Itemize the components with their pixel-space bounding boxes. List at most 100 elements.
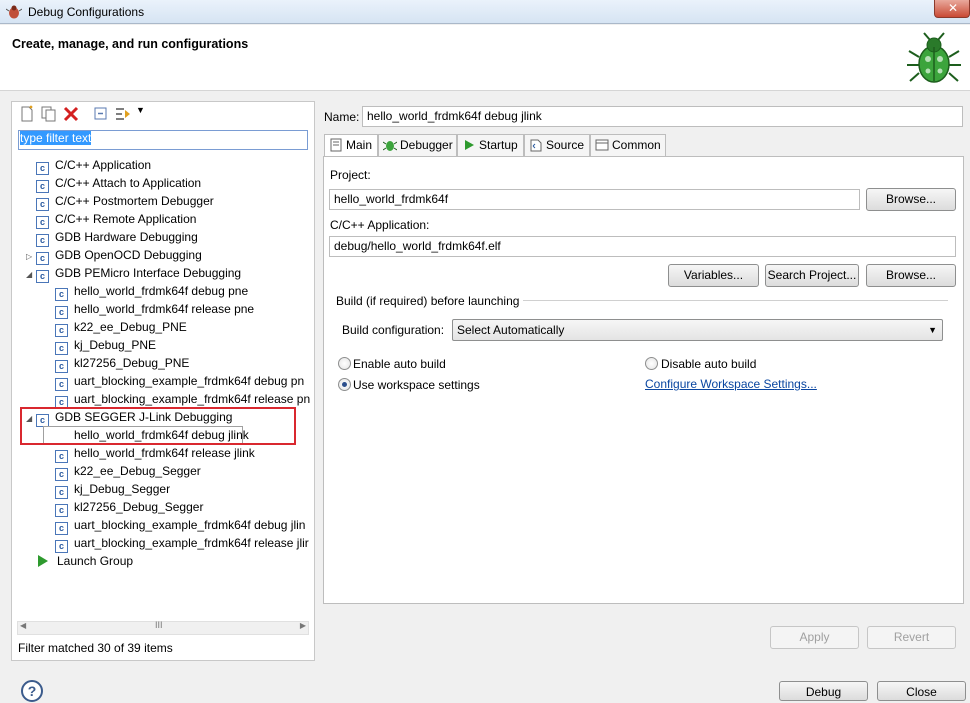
tab-source-label: Source (546, 138, 585, 152)
tree-item-label: hello_world_frdmk64f release pne (74, 302, 255, 316)
name-label: Name: (324, 110, 360, 124)
scroll-thumb-grip[interactable]: III (155, 620, 163, 630)
enable-auto-build-radio[interactable] (338, 357, 351, 370)
launch-group-icon (38, 555, 48, 567)
tab-source[interactable]: Source (524, 134, 590, 156)
use-workspace-settings-radio[interactable] (338, 378, 351, 391)
horizontal-scrollbar[interactable]: ◀ III ▶ (17, 620, 309, 635)
close-button[interactable]: Close (877, 681, 966, 701)
disable-auto-build-radio[interactable] (645, 357, 658, 370)
tree-item-label: GDB Hardware Debugging (55, 230, 198, 244)
tree-category[interactable]: c C/C++ Application (26, 156, 152, 175)
apply-button[interactable]: Apply (770, 626, 859, 649)
tree-item-label: GDB OpenOCD Debugging (55, 248, 202, 262)
tree-configuration[interactable]: c uart_blocking_example_frdmk64f debug pn (45, 372, 305, 391)
title-bar: Debug Configurations ✕ (0, 0, 970, 24)
tree-configuration[interactable]: c uart_blocking_example_frdmk64f release … (45, 534, 309, 553)
tree-item-label: kj_Debug_Segger (74, 482, 171, 496)
filter-input[interactable]: type filter text (18, 130, 308, 150)
tree-item-label: C/C++ Remote Application (55, 212, 197, 226)
tree-item-label: Launch Group (57, 554, 134, 568)
debugger-tab-icon (383, 141, 397, 151)
project-label: Project: (330, 168, 371, 182)
build-config-label: Build configuration: (342, 323, 445, 337)
build-config-select[interactable]: Select Automatically ▼ (452, 319, 943, 341)
tree-configuration[interactable]: c hello_world_frdmk64f debug pne (45, 282, 249, 301)
use-workspace-settings-label: Use workspace settings (353, 378, 480, 392)
close-icon: ✕ (948, 1, 959, 15)
tab-debugger[interactable]: Debugger (378, 134, 457, 156)
tab-debugger-label: Debugger (400, 138, 453, 152)
tree-configuration[interactable]: c uart_blocking_example_frdmk64f debug jl… (45, 516, 306, 535)
tree-category[interactable]: c C/C++ Remote Application (26, 210, 197, 229)
main-tab-icon (330, 138, 342, 152)
duplicate-icon[interactable] (40, 105, 58, 123)
config-tabs: Main Debugger Startup Source Common (324, 134, 964, 157)
bug-app-icon (6, 5, 22, 19)
browse-project-button[interactable]: Browse... (866, 188, 956, 211)
build-group-label: Build (if required) before launching (336, 294, 524, 308)
tree-category[interactable]: c C/C++ Postmortem Debugger (26, 192, 214, 211)
highlight-annotation (20, 407, 296, 445)
revert-button[interactable]: Revert (867, 626, 956, 649)
new-configuration-icon[interactable] (18, 105, 36, 123)
tree-configuration[interactable]: c kl27256_Debug_PNE (45, 354, 189, 373)
tree-item-label: hello_world_frdmk64f debug pne (74, 284, 249, 298)
scroll-right-icon[interactable]: ▶ (300, 621, 306, 630)
filter-icon[interactable] (114, 105, 132, 123)
tree-configuration[interactable]: c kj_Debug_Segger (45, 480, 171, 499)
tree-item-label: uart_blocking_example_frdmk64f release p… (74, 392, 310, 406)
chevron-down-icon: ▼ (928, 325, 937, 335)
scroll-left-icon[interactable]: ◀ (20, 621, 26, 630)
tree-category[interactable]: ◢ c GDB PEMicro Interface Debugging (26, 264, 242, 284)
tree-category[interactable]: c C/C++ Attach to Application (26, 174, 202, 193)
tree-category[interactable]: c GDB Hardware Debugging (26, 228, 198, 247)
tab-main-label: Main (346, 138, 373, 152)
tab-common[interactable]: Common (590, 134, 666, 156)
tree-item-label: kj_Debug_PNE (74, 338, 157, 352)
tab-main[interactable]: Main (324, 134, 378, 157)
chevron-down-icon[interactable]: ▼ (136, 105, 154, 123)
tab-startup-label: Startup (479, 138, 518, 152)
tab-common-label: Common (612, 138, 661, 152)
tree-configuration[interactable]: c k22_ee_Debug_Segger (45, 462, 201, 481)
close-window-button[interactable]: ✕ (934, 0, 970, 18)
tree-item-label: uart_blocking_example_frdmk64f debug pn (74, 374, 305, 388)
tree-category[interactable]: Launch Group (26, 552, 133, 570)
tree-configuration[interactable]: c hello_world_frdmk64f release pne (45, 300, 255, 319)
bug-icon (907, 32, 961, 83)
tab-startup[interactable]: Startup (457, 134, 524, 156)
name-input[interactable]: hello_world_frdmk64f debug jlink (362, 106, 963, 127)
help-icon[interactable]: ? (21, 680, 43, 702)
tree-configuration[interactable]: c kl27256_Debug_Segger (45, 498, 204, 517)
enable-auto-build-label: Enable auto build (353, 357, 446, 371)
tree-item-label: uart_blocking_example_frdmk64f release j… (74, 536, 309, 550)
tree-item-label: C/C++ Application (55, 158, 152, 172)
tree-item-label: GDB PEMicro Interface Debugging (55, 266, 242, 280)
tree-configuration[interactable]: c kj_Debug_PNE (45, 336, 157, 355)
variables-button[interactable]: Variables... (668, 264, 759, 287)
debug-button[interactable]: Debug (779, 681, 868, 701)
expander-icon[interactable]: ◢ (26, 266, 36, 284)
configure-workspace-settings-link[interactable]: Configure Workspace Settings... (645, 377, 817, 391)
search-project-button[interactable]: Search Project... (765, 264, 859, 287)
app-field[interactable]: debug/hello_world_frdmk64f.elf (329, 236, 956, 257)
delete-icon[interactable] (62, 105, 80, 123)
build-config-value: Select Automatically (457, 323, 565, 337)
tree-item-label: k22_ee_Debug_PNE (74, 320, 187, 334)
common-tab-icon (595, 139, 609, 151)
collapse-all-icon[interactable] (92, 105, 110, 123)
project-field[interactable]: hello_world_frdmk64f (329, 189, 860, 210)
tree-item-label: C/C++ Postmortem Debugger (55, 194, 214, 208)
disable-auto-build-label: Disable auto build (661, 357, 757, 371)
browse-app-button[interactable]: Browse... (866, 264, 956, 287)
tree-configuration[interactable]: c hello_world_frdmk64f release jlink (45, 444, 255, 463)
dialog-header: Create, manage, and run configurations (0, 25, 970, 91)
tree-item-label: uart_blocking_example_frdmk64f debug jli… (74, 518, 306, 532)
tree-item-label: kl27256_Debug_Segger (74, 500, 204, 514)
tree-configuration[interactable]: c uart_blocking_example_frdmk64f release … (45, 390, 310, 409)
tree-category[interactable]: ▷ c GDB OpenOCD Debugging (26, 246, 202, 265)
tree-item-label: k22_ee_Debug_Segger (74, 464, 201, 478)
tree-configuration[interactable]: c k22_ee_Debug_PNE (45, 318, 187, 337)
tree-item-label: C/C++ Attach to Application (55, 176, 202, 190)
